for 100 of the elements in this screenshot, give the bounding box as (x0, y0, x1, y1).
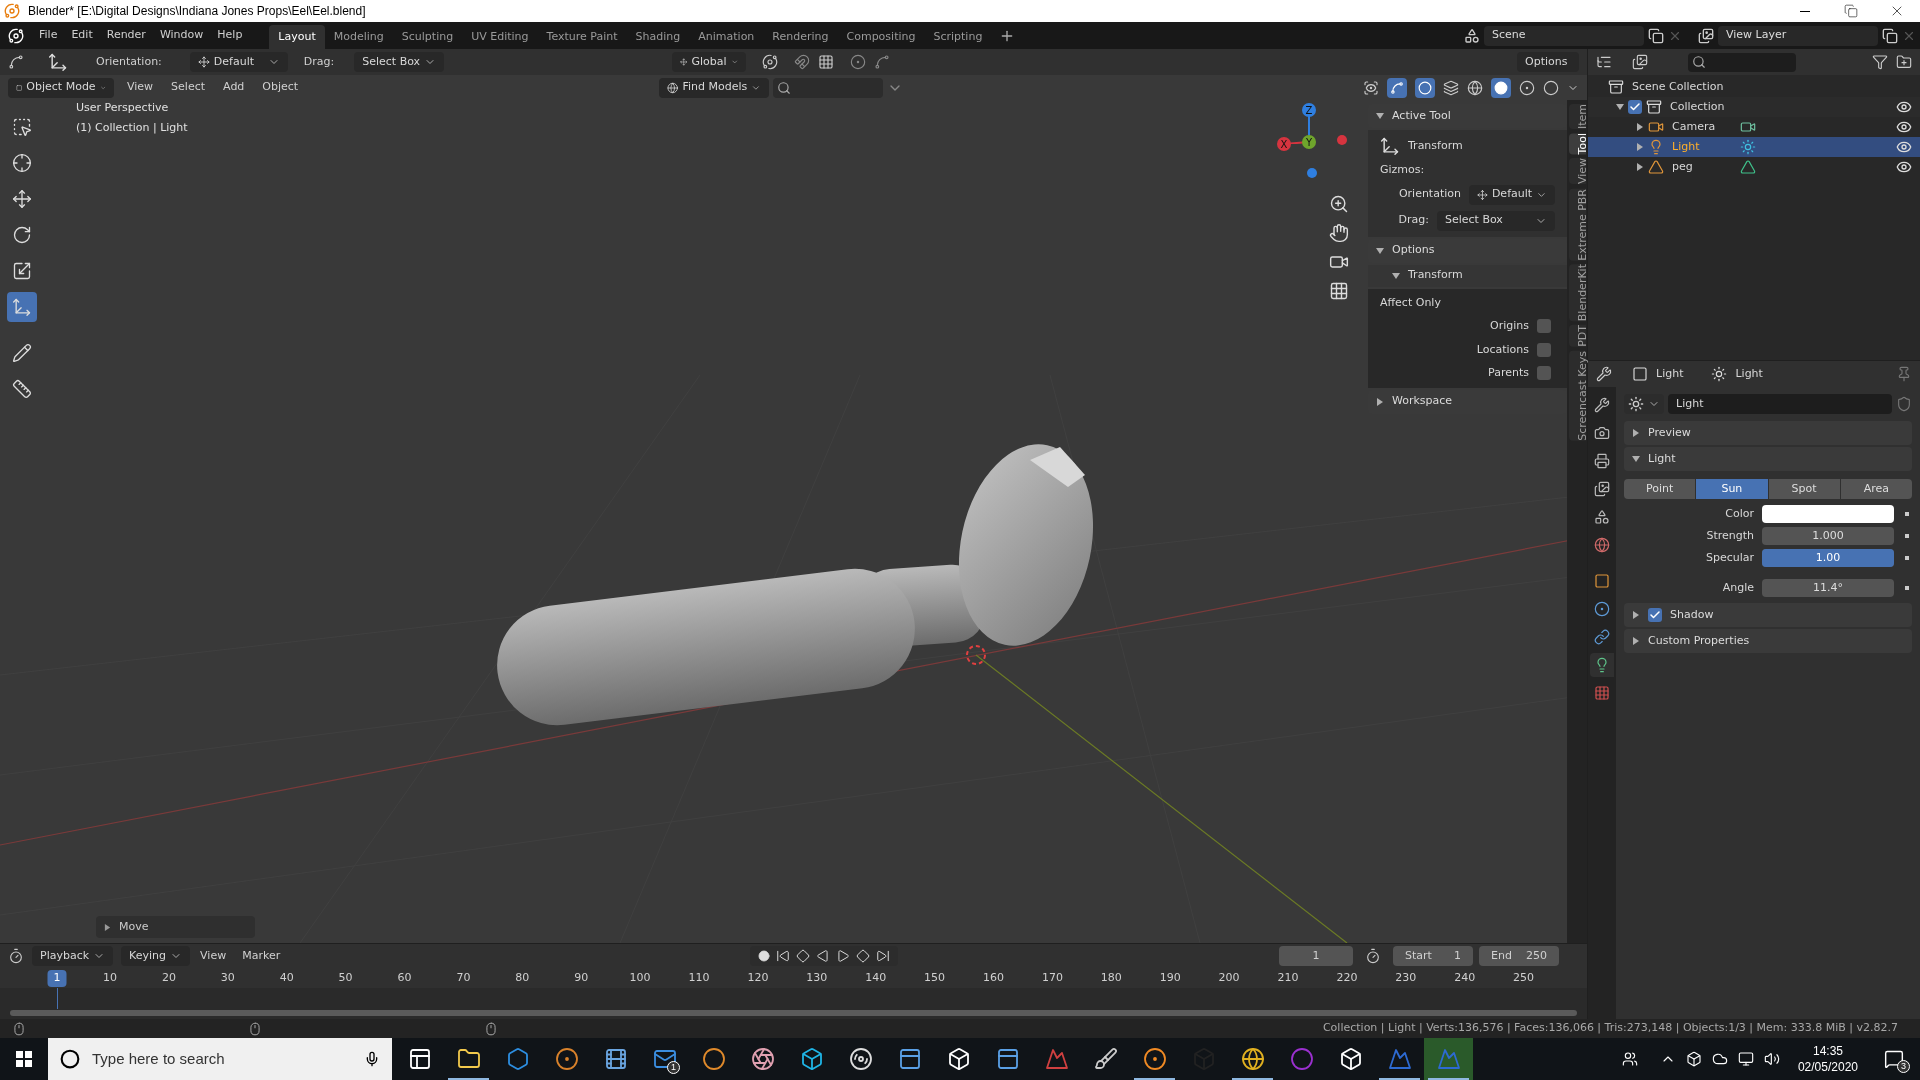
scrollbar[interactable] (10, 1010, 1577, 1016)
scene-icon[interactable] (1464, 27, 1480, 44)
workspace-tab[interactable]: Compositing (837, 25, 925, 49)
panel-header[interactable]: Shadow (1624, 603, 1912, 627)
transform-icon[interactable] (48, 52, 68, 72)
workspace-tab[interactable]: Texture Paint (537, 25, 627, 49)
visibility-icon[interactable] (1896, 99, 1912, 115)
light-type-button[interactable]: Area (1840, 479, 1912, 499)
checkbox[interactable] (1537, 366, 1551, 381)
outliner-label[interactable]: Camera (1672, 118, 1736, 136)
datablock-field[interactable]: Light (1668, 394, 1892, 414)
stopwatch-icon[interactable] (1365, 948, 1381, 964)
panel-header[interactable]: Preview (1624, 421, 1912, 445)
workspace-tab[interactable]: Layout (269, 25, 325, 49)
visibility-icon[interactable] (1363, 79, 1379, 96)
wireframe-shading-icon[interactable] (1467, 79, 1483, 96)
editor-type-icon[interactable] (1596, 54, 1612, 70)
panel-header[interactable]: Custom Properties (1624, 629, 1912, 653)
sidebar-tab[interactable]: Item (1568, 104, 1586, 130)
menu-item[interactable]: View (122, 79, 159, 96)
sidebar-tab[interactable]: Screencast Keys (1568, 351, 1586, 441)
material-shading-icon[interactable] (1519, 79, 1535, 96)
last-operator-panel[interactable]: Move (96, 916, 255, 938)
taskbar-app[interactable]: 1 (640, 1038, 689, 1080)
visibility-icon[interactable] (1896, 119, 1912, 135)
expand-arrow-icon[interactable] (1616, 103, 1624, 111)
datablock-type-dropdown[interactable] (1624, 394, 1664, 414)
people-icon[interactable] (1621, 1051, 1638, 1067)
workspace-tab[interactable]: Sculpting (392, 25, 463, 49)
play-reverse-icon[interactable] (816, 949, 831, 963)
menu-item[interactable]: Render (99, 24, 153, 47)
number-field[interactable]: 11.4° (1762, 579, 1894, 597)
expand-arrow-icon[interactable] (1636, 163, 1644, 171)
find-models-dropdown[interactable]: Find Models (659, 77, 769, 98)
scene-field[interactable]: Scene (1484, 25, 1644, 46)
outliner-label[interactable]: Collection (1670, 98, 1734, 116)
expand-arrow-icon[interactable] (1632, 455, 1640, 463)
sidebar-tab[interactable]: BlenderKit (1568, 264, 1586, 322)
light-type-button[interactable]: Point (1624, 479, 1696, 499)
pivot-icon[interactable] (762, 54, 778, 70)
snap-icon[interactable] (794, 54, 810, 70)
axis-handle[interactable]: Y (1302, 135, 1316, 149)
expand-arrow-icon[interactable] (1636, 143, 1644, 151)
overlay-toggle[interactable] (1415, 77, 1435, 98)
xray-icon[interactable] (1443, 79, 1459, 96)
gizmo-toggle[interactable] (1387, 77, 1407, 98)
expand-arrow-icon[interactable] (1376, 397, 1384, 406)
outliner-label[interactable]: Scene Collection (1632, 78, 1724, 96)
outliner-row[interactable]: Light (1588, 137, 1920, 157)
fake-user-icon[interactable] (1896, 396, 1912, 412)
rendered-shading-icon[interactable] (1543, 79, 1559, 96)
menu-item[interactable]: Marker (236, 947, 287, 965)
expand-arrow-icon[interactable] (1392, 271, 1400, 280)
duplicate-icon[interactable] (1882, 27, 1898, 44)
drag-dropdown[interactable]: Select Box (354, 52, 445, 72)
light-type-button[interactable]: Sun (1696, 479, 1768, 499)
menu-item[interactable]: Object (257, 79, 304, 96)
falloff-icon[interactable] (874, 54, 890, 70)
expand-arrow-icon[interactable] (1632, 611, 1640, 619)
current-frame-field[interactable]: 1 (1279, 946, 1353, 966)
search-field[interactable] (773, 77, 883, 98)
mode-dropdown[interactable]: Object Mode (8, 77, 114, 98)
search-field[interactable] (1688, 52, 1796, 72)
color-swatch[interactable] (1762, 505, 1894, 523)
slider[interactable]: 1.00 (1762, 549, 1894, 567)
end-frame-field[interactable]: End 250 (1479, 946, 1559, 966)
expand-arrow-icon[interactable] (1632, 637, 1640, 645)
checkbox[interactable] (1537, 342, 1551, 357)
menu-item[interactable]: Help (210, 24, 250, 47)
expand-arrow-icon[interactable] (1632, 429, 1640, 437)
filter-icon[interactable] (1872, 54, 1888, 70)
sidebar-tab[interactable]: Extreme PBR (1568, 188, 1586, 261)
visibility-icon[interactable] (1896, 139, 1912, 155)
cloud-icon[interactable] (1711, 1051, 1728, 1067)
network-icon[interactable] (1737, 1051, 1754, 1067)
pan-icon[interactable] (1329, 223, 1349, 243)
transform-orientation-dropdown[interactable]: Global (672, 52, 746, 72)
number-field[interactable]: 1.000 (1762, 527, 1894, 545)
dropbox-icon[interactable] (1685, 1051, 1702, 1067)
editor-type-icon[interactable] (8, 948, 24, 964)
workspace-tab[interactable]: Animation (689, 25, 764, 49)
panel-header[interactable]: Light (1624, 447, 1912, 471)
checkbox[interactable] (1537, 319, 1551, 334)
proportional-edit-icon[interactable] (850, 54, 866, 70)
menu-item[interactable]: Edit (64, 24, 100, 47)
light-type-button[interactable]: Spot (1768, 479, 1840, 499)
sidebar-tab[interactable]: Tool (1568, 133, 1586, 155)
orientation-dropdown[interactable]: Default (189, 52, 288, 72)
search-field[interactable]: Type here to search (48, 1038, 392, 1080)
display-mode-icon[interactable] (1632, 54, 1648, 70)
checkbox[interactable] (1648, 608, 1662, 622)
outliner-label[interactable]: peg (1672, 158, 1736, 176)
options-dropdown[interactable]: Options (1517, 52, 1579, 72)
search-input[interactable]: Type here to search (92, 1047, 352, 1071)
outliner-label[interactable]: Light (1672, 138, 1736, 156)
jump-end-icon[interactable] (876, 949, 891, 963)
tool-icon[interactable] (8, 54, 24, 70)
new-collection-icon[interactable] (1896, 54, 1912, 70)
cortana-circle-icon[interactable] (60, 1049, 80, 1069)
orientation-dropdown[interactable]: Default (1469, 184, 1555, 205)
